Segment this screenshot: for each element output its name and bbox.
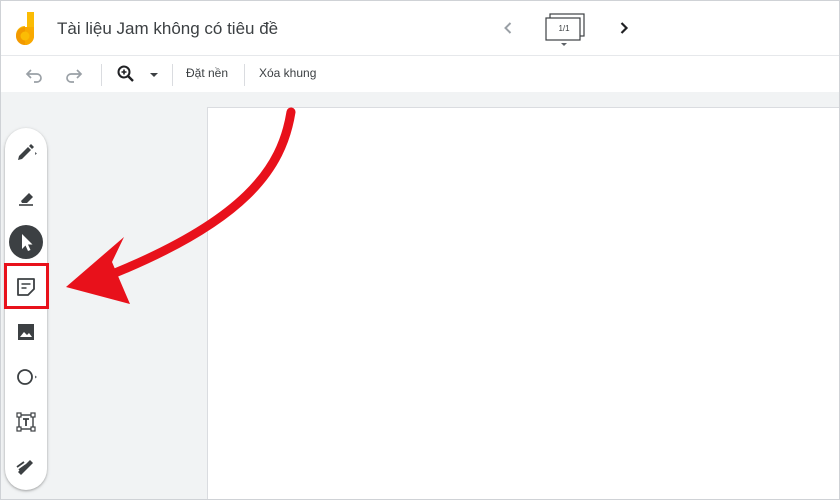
sticky-note-tool-icon[interactable]: [14, 275, 38, 299]
document-title[interactable]: Tài liệu Jam không có tiêu đề: [57, 19, 278, 39]
next-frame-icon[interactable]: [612, 16, 636, 40]
jamboard-logo-icon[interactable]: [14, 12, 40, 46]
toolbar: Đặt nền Xóa khung: [0, 56, 840, 92]
jam-canvas[interactable]: [207, 107, 840, 500]
select-tool-icon[interactable]: [14, 230, 38, 254]
toolbar-divider: [244, 64, 245, 86]
eraser-tool-icon[interactable]: [14, 185, 38, 209]
zoom-dropdown-icon[interactable]: [142, 62, 166, 86]
redo-icon[interactable]: [62, 62, 86, 86]
previous-frame-icon[interactable]: [496, 16, 520, 40]
toolbar-divider: [101, 64, 102, 86]
laser-tool-icon[interactable]: [14, 454, 38, 478]
pen-tool-icon[interactable]: [14, 141, 38, 165]
undo-icon[interactable]: [22, 62, 46, 86]
text-box-tool-icon[interactable]: [14, 410, 38, 434]
toolbar-divider: [172, 64, 173, 86]
clear-frame-button[interactable]: Xóa khung: [259, 66, 316, 80]
zoom-icon[interactable]: [114, 62, 138, 86]
title-bar: Tài liệu Jam không có tiêu đề 1/1: [0, 0, 840, 56]
tool-palette: [5, 128, 47, 490]
frame-counter: 1/1: [558, 24, 570, 33]
shape-circle-tool-icon[interactable]: [14, 365, 38, 389]
image-tool-icon[interactable]: [14, 320, 38, 344]
set-background-button[interactable]: Đặt nền: [186, 66, 228, 80]
